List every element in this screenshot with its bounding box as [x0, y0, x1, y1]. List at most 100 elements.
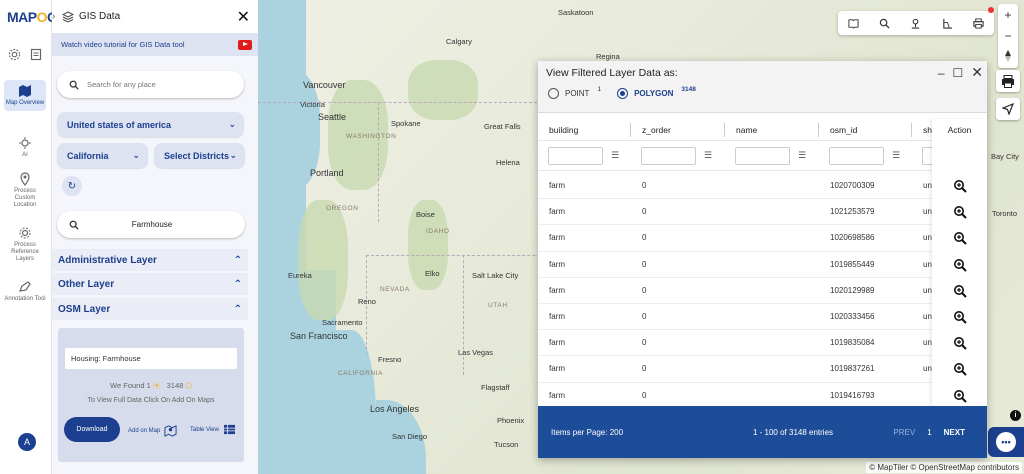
- column-header-building[interactable]: building: [538, 119, 631, 140]
- zoom-in-magnifier-icon: [953, 337, 967, 350]
- close-icon[interactable]: ✕: [971, 64, 983, 81]
- items-per-page[interactable]: Items per Page: 200: [551, 428, 701, 437]
- zoom-to-feature-button[interactable]: [932, 278, 987, 304]
- maximize-icon[interactable]: ☐: [953, 66, 964, 80]
- location-pin-icon: [20, 172, 30, 186]
- cell-osm-id: 1020333456: [830, 312, 875, 322]
- measure-icon[interactable]: [941, 17, 953, 29]
- icon-rail: MAPOG Map Overview AI Process Custom Loc…: [0, 0, 58, 474]
- rail-item-process-reference-layers[interactable]: Process Reference Layers: [4, 226, 46, 264]
- table-row[interactable]: farm 0 1021253579 un: [538, 199, 987, 226]
- mapog-logo[interactable]: MAPOG: [7, 9, 58, 25]
- city-label: Elko: [425, 269, 440, 278]
- notes-icon[interactable]: [28, 46, 44, 62]
- zoom-to-feature-button[interactable]: [932, 304, 987, 330]
- rail-item-process-custom-location[interactable]: Process Custom Location: [4, 172, 46, 210]
- cell-building: farm: [549, 338, 565, 348]
- zoom-to-feature-button[interactable]: [932, 199, 987, 225]
- filter-icon[interactable]: ☰: [611, 150, 619, 161]
- column-header-osm-id[interactable]: osm_id: [819, 119, 912, 140]
- table-row[interactable]: farm 0 1019837261 un: [538, 356, 987, 383]
- zoom-to-feature-button[interactable]: [932, 383, 987, 409]
- city-label: Reno: [358, 297, 376, 306]
- settings-icon[interactable]: [6, 46, 22, 62]
- cell-z-order: 0: [642, 312, 647, 322]
- navigation-arrow-icon: [1002, 103, 1014, 115]
- compass-icon[interactable]: [1004, 49, 1012, 65]
- point-radio[interactable]: [548, 88, 559, 99]
- chat-button[interactable]: •••: [988, 427, 1024, 457]
- district-select[interactable]: Select Districts ⌄: [154, 143, 245, 168]
- osm-layer-toggle[interactable]: OSM Layer ⌃: [52, 298, 248, 320]
- filter-icon[interactable]: ☰: [704, 150, 712, 161]
- minimize-icon[interactable]: –: [938, 66, 945, 80]
- zoom-in-icon[interactable]: +: [1004, 8, 1011, 22]
- chevron-right-icon[interactable]: ›: [52, 11, 62, 22]
- polygon-radio[interactable]: [617, 88, 629, 99]
- avatar[interactable]: A: [18, 433, 36, 451]
- table-row[interactable]: farm 0 1019855449 un: [538, 252, 987, 278]
- state-select[interactable]: California ⌄: [57, 143, 148, 168]
- rail-item-map-overview[interactable]: Map Overview: [4, 80, 46, 112]
- prev-page-button[interactable]: PREV: [893, 428, 915, 437]
- download-button[interactable]: Download: [64, 417, 120, 442]
- filter-icon[interactable]: ☰: [798, 150, 806, 161]
- close-icon[interactable]: ✕: [237, 7, 250, 27]
- table-row[interactable]: farm 0 1020700309 un: [538, 173, 987, 200]
- column-header-z-order[interactable]: z_order: [631, 119, 725, 140]
- search-icon[interactable]: [879, 17, 891, 29]
- housing-filter[interactable]: Housing: Farmhouse: [65, 348, 237, 369]
- forest: [408, 60, 478, 120]
- column-header-name[interactable]: name: [725, 119, 819, 140]
- country-select[interactable]: United states of america ⌄: [57, 112, 244, 137]
- other-layer-toggle[interactable]: Other Layer ⌃: [52, 273, 248, 295]
- administrative-layer-toggle[interactable]: Administrative Layer ⌃: [52, 249, 248, 271]
- table-row[interactable]: farm 0 1020129989 un: [538, 278, 987, 304]
- ocean: [336, 330, 376, 474]
- table-view-button[interactable]: Table View: [190, 424, 236, 435]
- my-location-button[interactable]: [996, 98, 1020, 120]
- map-book-icon[interactable]: [848, 17, 860, 29]
- zoom-to-feature-button[interactable]: [932, 330, 987, 356]
- printer-icon: [1002, 74, 1014, 88]
- next-page-button[interactable]: NEXT: [944, 428, 965, 437]
- column-header-action: Action: [947, 125, 972, 135]
- zoom-in-magnifier-icon: [953, 258, 967, 272]
- filter-input-z-order[interactable]: [641, 146, 696, 165]
- current-page: 1: [927, 427, 932, 437]
- ai-icon: [19, 137, 31, 149]
- filter-input-osm-id[interactable]: [829, 146, 884, 165]
- polygon-count: 3148: [681, 86, 696, 93]
- cell-osm-id: 1020129989: [830, 285, 875, 295]
- zoom-to-feature-button[interactable]: [932, 356, 987, 382]
- refresh-button[interactable]: ↻: [62, 176, 82, 196]
- rail-item-annotation-tool[interactable]: Annotation Tool: [4, 280, 46, 303]
- layer-search[interactable]: Farmhouse: [57, 211, 245, 238]
- zoom-in-magnifier-icon: [953, 363, 967, 377]
- view-hint: To View Full Data Click On Add On Maps: [87, 397, 215, 404]
- table-row[interactable]: farm 0 1020698586 un: [538, 225, 987, 252]
- filter-input-name[interactable]: [735, 146, 790, 165]
- city-label: Seattle: [318, 112, 347, 122]
- info-icon[interactable]: i: [1010, 410, 1021, 421]
- printer-icon[interactable]: [972, 17, 984, 29]
- place-search-input[interactable]: [87, 80, 227, 89]
- cell-building: farm: [549, 207, 565, 217]
- map-attribution[interactable]: © MapTiler © OpenStreetMap contributors: [866, 462, 1022, 473]
- zoom-to-feature-button[interactable]: [932, 225, 987, 251]
- table-row[interactable]: farm 0 1019416793: [538, 383, 987, 409]
- cell-osm-id: 1021253579: [830, 207, 875, 217]
- zoom-to-feature-button[interactable]: [932, 173, 987, 199]
- layers-icon: [62, 10, 74, 23]
- filter-input-building[interactable]: [548, 146, 603, 165]
- table-row[interactable]: farm 0 1020333456 un: [538, 304, 987, 331]
- add-on-map-button[interactable]: Add on Map: [128, 424, 177, 437]
- video-tutorial-link[interactable]: Watch video tutorial for GIS Data tool: [52, 33, 258, 56]
- zoom-to-feature-button[interactable]: [932, 252, 987, 278]
- table-row[interactable]: farm 0 1019835084 un: [538, 330, 987, 357]
- print-map-button[interactable]: [996, 70, 1020, 92]
- location-icon[interactable]: [910, 17, 922, 29]
- zoom-out-icon[interactable]: −: [1004, 29, 1011, 43]
- filter-icon[interactable]: ☰: [892, 150, 900, 161]
- rail-item-ai[interactable]: AI: [4, 136, 46, 159]
